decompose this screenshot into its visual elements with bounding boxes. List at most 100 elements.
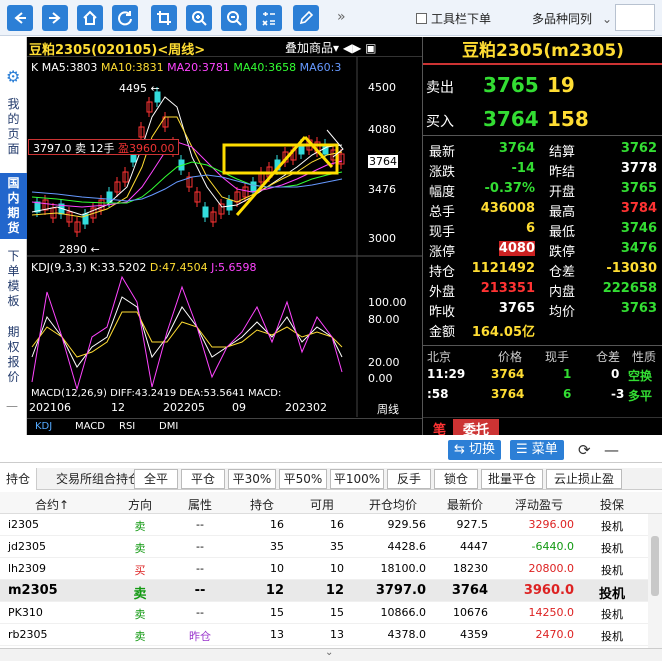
column-header[interactable]: 方向 (110, 496, 170, 513)
menu-button[interactable]: ☰ 菜单 (510, 440, 564, 460)
bid-row[interactable]: 买入 3764 158 (423, 104, 662, 136)
bid-price: 3764 (483, 107, 539, 131)
action-button[interactable]: 全平 (134, 469, 178, 489)
home-icon[interactable] (77, 5, 103, 31)
scrollbar-thumb[interactable] (651, 536, 659, 596)
calculator-icon[interactable] (256, 5, 282, 31)
sidebar-item-my-page[interactable]: 我的页面 (0, 97, 27, 157)
quote-panel: 豆粕2305(m2305) 卖出 3765 19 买入 3764 158 最新 3… (422, 37, 662, 438)
table-row[interactable]: m2305 卖 -- 12 12 3797.0 3764 3960.0 投机 (0, 580, 648, 602)
kdj-tick-label: 20.00 (368, 356, 400, 369)
column-header[interactable]: 浮动盈亏 (496, 496, 582, 513)
switch-bar: ⇆ 切换 ☰ 菜单 ⟳ — (0, 435, 662, 463)
quote-stat-row: 现手 6 最低 3746 (423, 221, 662, 241)
column-header[interactable]: 可用 (292, 496, 352, 513)
column-header[interactable]: 开仓均价 (352, 496, 434, 513)
action-button[interactable]: 平50% (279, 469, 327, 489)
table-cell: 投机 (601, 542, 623, 555)
refresh-icon[interactable]: ⟳ (578, 441, 591, 459)
toolbar-order-checkbox[interactable]: 工具栏下单 (416, 10, 491, 27)
candle (250, 181, 257, 193)
ask-row[interactable]: 卖出 3765 19 (423, 70, 662, 102)
action-button[interactable]: 平30% (228, 469, 276, 489)
checkbox-box[interactable] (416, 13, 427, 24)
collapse-icon[interactable]: — (6, 399, 18, 413)
column-header[interactable]: 持仓 (232, 496, 292, 513)
action-button[interactable]: 锁仓 (434, 469, 478, 489)
table-row[interactable]: PK310 卖 -- 15 15 10866.0 10676 14250.0 投机 (0, 602, 648, 624)
action-button[interactable]: 反手 (387, 469, 431, 489)
stat-label: 涨跌 (429, 165, 456, 180)
stat-value: 1121492 (471, 261, 535, 276)
table-cell: 15 (330, 606, 344, 619)
tab-macd[interactable]: MACD (75, 421, 105, 432)
table-cell: 卖 (133, 587, 147, 602)
table-cell: 13 (270, 628, 284, 641)
table-cell: 3296.00 (528, 518, 575, 531)
action-button[interactable]: 平100% (330, 469, 384, 489)
multi-symbol-select[interactable]: 多品种同列 ⌄ (532, 10, 612, 27)
column-header[interactable]: 属性 (170, 496, 230, 513)
position-tabbar: 持仓 交易所组合持仓 全平 平仓 平30% 平50% 平100% 反手 锁仓 批量平仓 云止损止… (0, 468, 662, 490)
table-cell: 卖 (134, 520, 146, 533)
price-tick-label: 3000 (368, 232, 396, 245)
table-row[interactable]: jd2305 卖 -- 35 35 4428.6 4447 -6440.0 投机 (0, 536, 648, 558)
period-label[interactable]: 周线 (377, 401, 399, 417)
date-label: 12 (111, 401, 125, 414)
tick-col-price: 价格 (498, 350, 523, 364)
table-row[interactable]: lh2309 买 -- 10 10 18100.0 18230 20800.0 投机 (0, 558, 648, 580)
table-row[interactable]: rb2305 卖 昨仓 13 13 4378.0 4359 2470.0 投机 (0, 624, 648, 646)
tab-kdj[interactable]: KDJ (35, 421, 52, 432)
action-button[interactable]: 云止损止盈 (546, 469, 622, 489)
quote-stat-row: 外盘 213351 内盘 222658 (423, 281, 662, 301)
sidebar-item-option-quote[interactable]: 期权报价 (0, 325, 27, 385)
more-icon[interactable]: » (337, 9, 346, 25)
toolbar-order-label: 工具栏下单 (431, 12, 492, 26)
toolbar: » 工具栏下单 多品种同列 ⌄ (0, 0, 662, 36)
table-cell: PK310 (8, 606, 43, 619)
back-arrow-icon[interactable] (7, 5, 33, 31)
action-button[interactable]: 批量平仓 (481, 469, 543, 489)
pencil-icon[interactable] (293, 5, 319, 31)
scrollbar[interactable] (648, 514, 662, 648)
table-cell: 投机 (601, 630, 623, 643)
position-line-label[interactable]: 3797.0 卖 12手 盈3960.00 (28, 139, 180, 155)
tab-positions[interactable]: 持仓 (0, 468, 38, 490)
tab-dmi[interactable]: DMI (159, 421, 178, 432)
table-cell: 14250.0 (528, 606, 575, 619)
tick-cell: 3764 (491, 367, 525, 381)
quote-stat-row: 持仓 1121492 仓差 -13030 (423, 261, 662, 281)
forward-arrow-icon[interactable] (42, 5, 68, 31)
toolbar-dropdown[interactable] (615, 4, 655, 31)
kline-chart-panel[interactable]: 豆粕2305(020105)<周线> 叠加商品▾ ◀▶ ▣ K MA5:3803… (27, 37, 422, 435)
column-header[interactable]: 最新价 (434, 496, 496, 513)
table-cell: 10 (330, 562, 344, 575)
table-cell: 20800.0 (528, 562, 575, 575)
column-header[interactable]: 投保 (582, 496, 642, 513)
kline-svg (27, 57, 422, 417)
sidebar-item-order-template[interactable]: 下单模板 (0, 249, 27, 309)
kdj-tick-label: 80.00 (368, 313, 400, 326)
action-button[interactable]: 平仓 (181, 469, 225, 489)
stat-label: 均价 (549, 305, 576, 320)
minimize-icon[interactable]: — (604, 441, 619, 459)
zoom-out-icon[interactable] (221, 5, 247, 31)
zoom-in-icon[interactable] (186, 5, 212, 31)
switch-button[interactable]: ⇆ 切换 (448, 440, 502, 460)
indicator-tabs: KDJ MACD RSI DMI (27, 418, 422, 435)
sidebar-item-domestic-futures[interactable]: 国内期货 (0, 173, 27, 239)
crop-icon[interactable] (151, 5, 177, 31)
stat-label: 昨收 (429, 305, 456, 320)
chevron-down-icon[interactable]: ⌄ (325, 647, 333, 658)
table-row[interactable]: i2305 卖 -- 16 16 929.56 927.5 3296.00 投机 (0, 514, 648, 536)
table-cell: jd2305 (8, 540, 47, 553)
tab-exchange-combo[interactable]: 交易所组合持仓 (50, 468, 146, 490)
date-label: 09 (232, 401, 246, 414)
refresh-icon[interactable] (112, 5, 138, 31)
settings-gear-icon[interactable]: ⚙ (6, 67, 20, 86)
tab-rsi[interactable]: RSI (119, 421, 135, 432)
quote-stat-row: 昨收 3765 均价 3763 (423, 301, 662, 321)
kdj-legend-item: K:33.5202 (90, 261, 150, 274)
position-pnl: 盈3960.00 (117, 142, 175, 155)
column-header[interactable]: 合约↑ (4, 496, 100, 513)
